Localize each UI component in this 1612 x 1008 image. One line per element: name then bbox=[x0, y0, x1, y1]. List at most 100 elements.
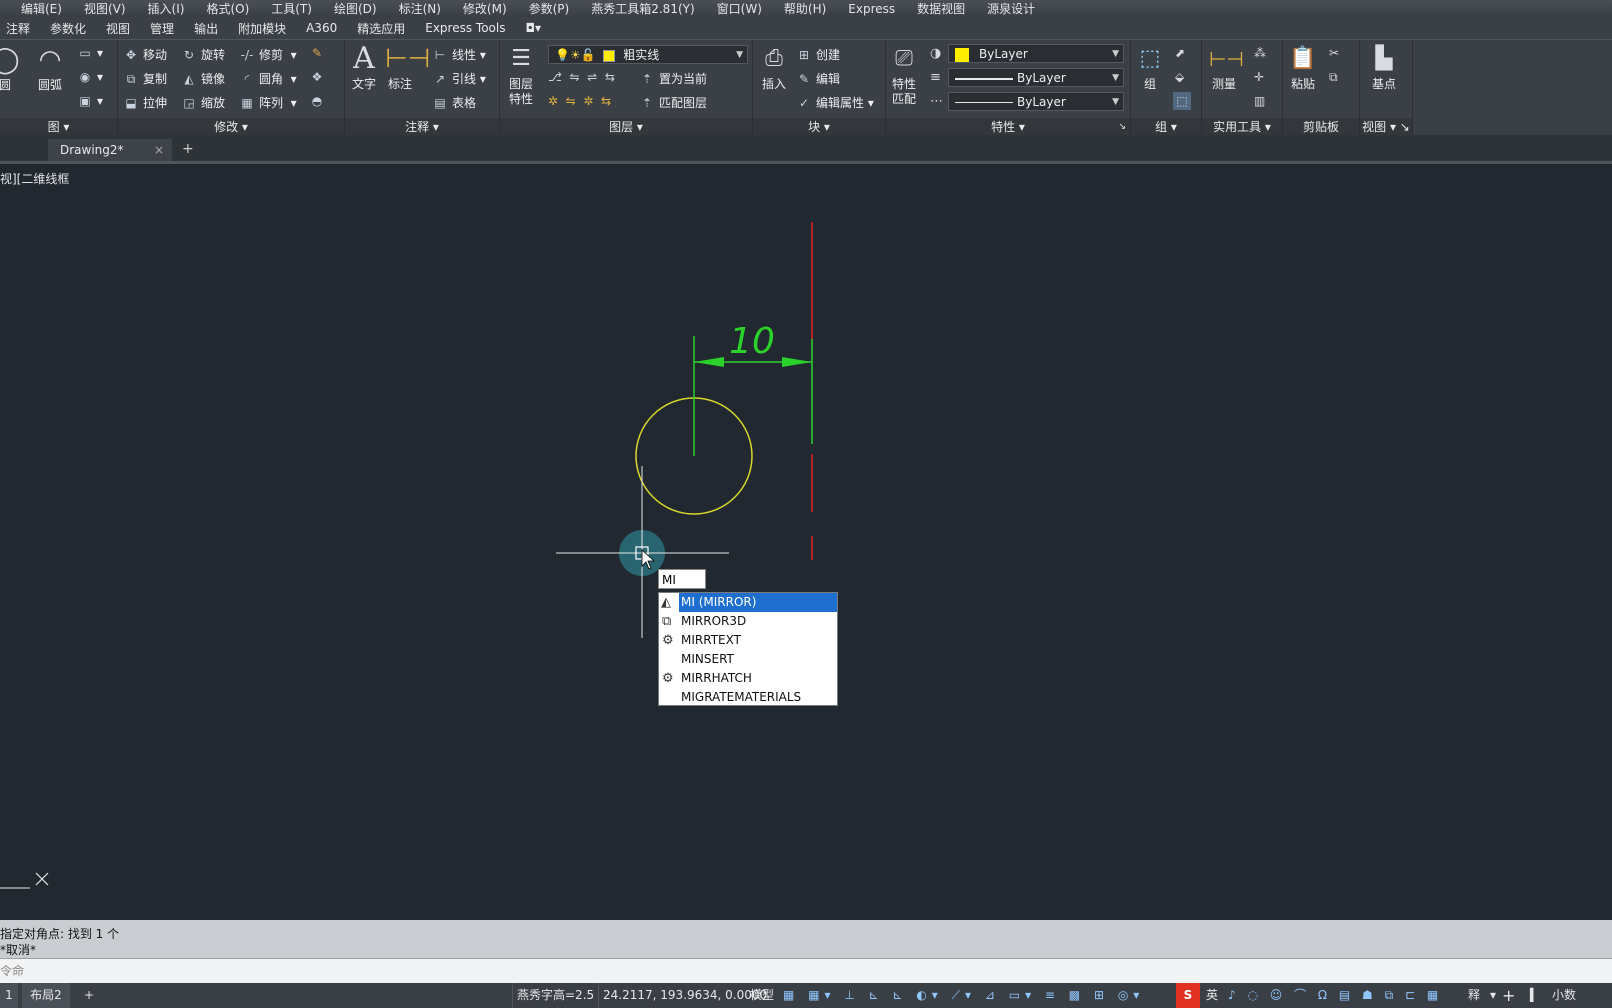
menu-draw[interactable]: 绘图(D) bbox=[334, 0, 377, 17]
linetype-dropdown[interactable]: ByLayer ▼ bbox=[948, 92, 1124, 111]
menu-view[interactable]: 视图(V) bbox=[84, 0, 126, 17]
panel-modify-label[interactable]: 修改 ▾ bbox=[118, 118, 344, 136]
units-readout[interactable]: 小数 bbox=[1552, 983, 1576, 1008]
lineweight-dropdown[interactable]: ByLayer ▼ bbox=[948, 68, 1124, 87]
edit-attributes-tool[interactable]: ✓ 编辑属性 ▾ bbox=[797, 94, 874, 111]
new-tab-icon[interactable]: + bbox=[182, 141, 194, 157]
color-dropdown[interactable]: ByLayer ▼ bbox=[948, 44, 1124, 63]
hatch-tool[interactable]: ◉ ▾ bbox=[78, 70, 103, 84]
tab-annotate[interactable]: 注释 bbox=[6, 20, 30, 37]
table-tool[interactable]: ▤ 表格 bbox=[433, 94, 476, 111]
menu-format[interactable]: 格式(O) bbox=[206, 0, 249, 17]
layout-tab-model[interactable]: 1 bbox=[0, 983, 18, 1008]
lineweight-icon[interactable]: ≡ bbox=[930, 70, 941, 85]
annotation-scale[interactable]: 释 bbox=[1468, 983, 1480, 1008]
ribbon-toggle-icon[interactable]: ◘▾ bbox=[525, 21, 541, 35]
tab-express-tools[interactable]: Express Tools bbox=[425, 21, 505, 35]
stretch-tool[interactable]: ⬓ 拉伸 bbox=[124, 94, 167, 111]
panel-annotation-label[interactable]: 注释 ▾ bbox=[345, 118, 499, 136]
menu-parametric[interactable]: 参数(P) bbox=[529, 0, 570, 17]
panel-properties-label[interactable]: 特性 ▾ ↘ bbox=[886, 118, 1130, 136]
arc-tool[interactable]: ◠ 圆弧 bbox=[33, 45, 67, 93]
panel-layers-label[interactable]: 图层 ▾ bbox=[500, 118, 752, 136]
ime-toolbar-icons[interactable]: ♪ ◌ ☺ ⌒ Ω ▤ ☗ ⧉ ⊏ ▦ bbox=[1228, 983, 1468, 1008]
layer-tools-row1[interactable]: ⎇ ⇋ ⇌ ⇆ bbox=[548, 70, 623, 84]
color-wheel-icon[interactable]: ◑ bbox=[930, 46, 941, 61]
erase-tool[interactable]: ✎ bbox=[310, 46, 329, 60]
linetype-icon[interactable]: ⋯ bbox=[930, 94, 943, 109]
panel-block-label[interactable]: 块 ▾ bbox=[753, 118, 885, 136]
menu-dimension[interactable]: 标注(N) bbox=[399, 0, 441, 17]
isolate-icon[interactable]: ▍ bbox=[1530, 983, 1539, 1008]
layer-dropdown[interactable]: 💡☀🔓 粗实线 ▼ bbox=[548, 45, 748, 64]
close-icon[interactable]: × bbox=[154, 139, 164, 161]
insert-block-tool[interactable]: ⎙ 插入 bbox=[757, 44, 791, 92]
offset-tool[interactable]: ◓ bbox=[310, 94, 329, 108]
array-tool[interactable]: ▦ 阵列 ▾ bbox=[240, 94, 296, 111]
drawing-canvas[interactable]: 10 bbox=[0, 164, 1612, 920]
text-tool[interactable]: A 文字 bbox=[349, 44, 379, 92]
panel-view-label[interactable]: 视图 ▾ ↘ bbox=[1360, 118, 1412, 136]
dynamic-input-field[interactable]: MI bbox=[658, 569, 706, 589]
linear-dim-tool[interactable]: ⊢ 线性 ▾ bbox=[433, 46, 486, 63]
panel-utilities-label[interactable]: 实用工具 ▾ bbox=[1202, 118, 1282, 136]
point-icon[interactable]: ✛ bbox=[1254, 70, 1264, 84]
menu-data-view[interactable]: 数据视图 bbox=[917, 0, 965, 17]
drafting-toggles[interactable]: ▦ ▦▾ ⊥ ⊾ ⊾ ◐▾ ⟋▾ ⊿ ▭▾ ≡ ▩ ⊞ ◎▾ bbox=[783, 983, 1143, 1008]
menu-insert[interactable]: 插入(I) bbox=[148, 0, 185, 17]
panel-draw-label[interactable]: 图 ▾ bbox=[0, 118, 117, 136]
ungroup-icon[interactable]: ⬈ bbox=[1175, 46, 1185, 60]
edit-block-tool[interactable]: ✎ 编辑 bbox=[797, 70, 840, 87]
suggestion-mirror3d[interactable]: ⧉ MIRROR3D bbox=[659, 612, 837, 631]
panel-groups-label[interactable]: 组 ▾ bbox=[1131, 118, 1201, 136]
scale-tool[interactable]: ◲ 缩放 bbox=[182, 94, 225, 111]
explode-tool[interactable]: ❖ bbox=[310, 70, 329, 84]
suggestion-mirror[interactable]: ◭ MI (MIRROR) bbox=[661, 593, 837, 612]
rotate-tool[interactable]: ↻ 旋转 bbox=[182, 46, 225, 63]
ime-logo-icon[interactable]: S bbox=[1176, 983, 1200, 1008]
group-select-icon[interactable]: ⬚ bbox=[1173, 92, 1191, 110]
menu-yuanquan[interactable]: 源泉设计 bbox=[987, 0, 1035, 17]
boundary-tool[interactable]: ▣ ▾ bbox=[78, 94, 103, 108]
tab-view[interactable]: 视图 bbox=[106, 20, 130, 37]
tab-addins[interactable]: 附加模块 bbox=[238, 20, 286, 37]
menu-modify[interactable]: 修改(M) bbox=[463, 0, 507, 17]
rectangle-tool[interactable]: ▭ ▾ bbox=[78, 46, 103, 60]
copy-clip-icon[interactable]: ⧉ bbox=[1329, 70, 1338, 85]
menu-window[interactable]: 窗口(W) bbox=[717, 0, 762, 17]
dimension-tool[interactable]: ⊢⊣ 标注 bbox=[385, 44, 430, 92]
tab-featured-apps[interactable]: 精选应用 bbox=[357, 20, 405, 37]
dimension-text[interactable]: 10 bbox=[729, 321, 775, 362]
menu-help[interactable]: 帮助(H) bbox=[784, 0, 826, 17]
text-height-readout[interactable]: 燕秀字高=2.5 bbox=[512, 983, 597, 1008]
menu-tools[interactable]: 工具(T) bbox=[271, 0, 312, 17]
quick-select-icon[interactable]: ⁂ bbox=[1254, 46, 1266, 60]
coordinate-readout[interactable]: 24.2117, 193.9634, 0.0000 bbox=[598, 983, 767, 1008]
plus-icon[interactable]: + bbox=[1502, 983, 1515, 1008]
add-layout-icon[interactable]: + bbox=[80, 983, 98, 1008]
menu-edit[interactable]: 编辑(E) bbox=[21, 0, 62, 17]
trim-tool[interactable]: -/- 修剪 ▾ bbox=[240, 46, 297, 63]
set-current-tool[interactable]: ⇡ 置为当前 bbox=[640, 70, 707, 87]
base-point-tool[interactable]: ▙ 基点 bbox=[1364, 44, 1404, 92]
ime-language-indicator[interactable]: 英 bbox=[1206, 983, 1218, 1008]
paste-tool[interactable]: 📋 粘贴 bbox=[1285, 44, 1321, 92]
group-tool[interactable]: ⬚ 组 bbox=[1133, 44, 1167, 92]
circle-tool[interactable]: ◯ 圆 bbox=[0, 45, 20, 93]
mirror-tool[interactable]: ◭ 镜像 bbox=[182, 70, 225, 87]
fillet-tool[interactable]: ◜ 圆角 ▾ bbox=[240, 70, 297, 87]
layout-tab-layout2[interactable]: 布局2 bbox=[22, 983, 70, 1008]
copy-tool[interactable]: ⧉ 复制 bbox=[124, 70, 167, 87]
chevron-down-icon[interactable]: ▾ bbox=[1490, 983, 1496, 1008]
match-layer-tool[interactable]: ⇡ 匹配图层 bbox=[640, 94, 707, 111]
menu-yanxiu-tools[interactable]: 燕秀工具箱2.81(Y) bbox=[591, 0, 694, 17]
measure-tool[interactable]: ⊢⊣ 测量 bbox=[1204, 44, 1244, 92]
tab-manage[interactable]: 管理 bbox=[150, 20, 174, 37]
match-properties-tool[interactable]: ⎚ 特性 匹配 bbox=[888, 44, 920, 107]
group-edit-icon[interactable]: ⬙ bbox=[1175, 70, 1184, 84]
layer-tools-row2[interactable]: ✲ ⇋ ✲ ⇆ bbox=[548, 94, 619, 108]
create-block-tool[interactable]: ⊞ 创建 bbox=[797, 46, 840, 63]
doc-tab-drawing2[interactable]: Drawing2* × bbox=[48, 139, 172, 161]
suggestion-mirrhatch[interactable]: ⚙ MIRRHATCH bbox=[659, 669, 837, 688]
tab-parametric[interactable]: 参数化 bbox=[50, 20, 86, 37]
